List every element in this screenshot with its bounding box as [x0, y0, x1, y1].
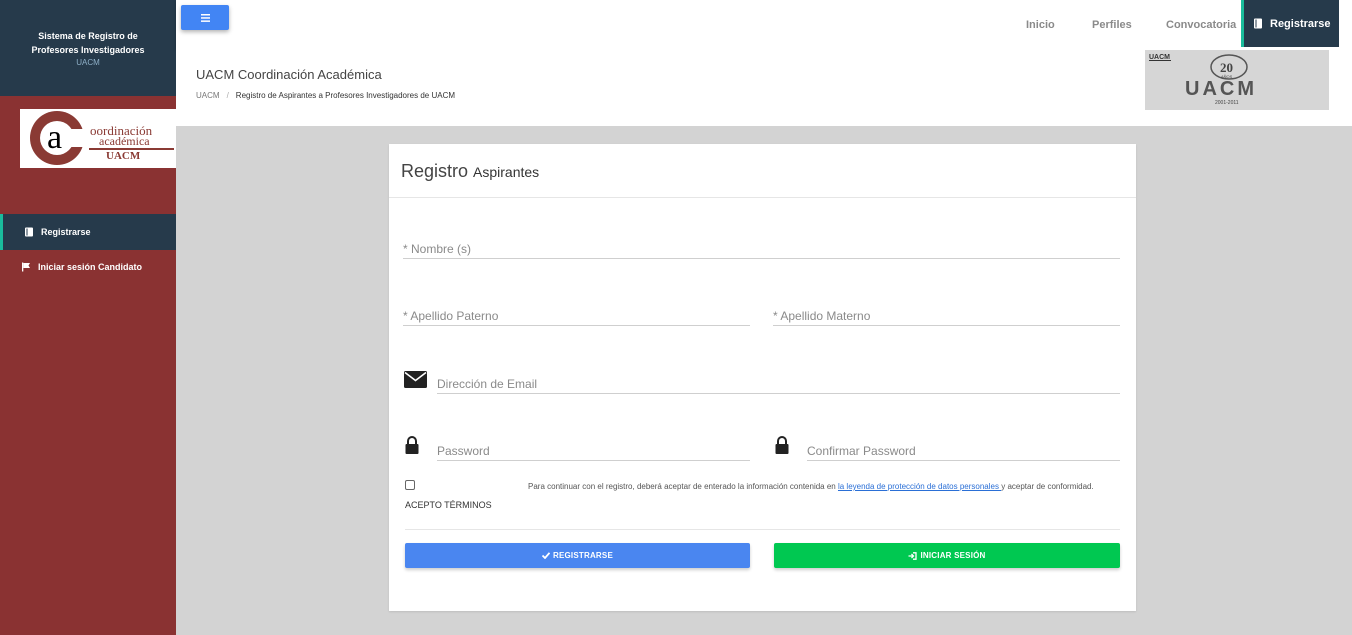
sign-in-icon: [908, 551, 918, 560]
password-field: [437, 437, 750, 461]
sidebar-item-registrarse[interactable]: Registrarse: [0, 214, 176, 250]
app-subtitle: UACM: [76, 58, 100, 67]
badge-number: 20: [1220, 60, 1233, 75]
card-subtitle: Aspirantes: [473, 164, 540, 180]
envelope-icon: [404, 371, 427, 393]
badge-top: UACM: [1149, 54, 1170, 61]
check-icon: [542, 552, 550, 559]
terms-checkbox[interactable]: [405, 480, 415, 490]
page-header: UACM Coordinación Académica UACM / Regis…: [176, 49, 1352, 126]
breadcrumb-current: Registro de Aspirantes a Profesores Inve…: [235, 91, 456, 100]
nav-perfiles-label: Perfiles: [1092, 18, 1132, 31]
nombre-input[interactable]: [403, 235, 1120, 258]
nav-registrarse[interactable]: Registrarse: [1241, 0, 1339, 47]
logo-letter: a: [47, 119, 62, 156]
apellido-materno-field: [773, 302, 1120, 326]
breadcrumb: UACM / Registro de Aspirantes a Profesor…: [196, 91, 455, 100]
app-title: Sistema de Registro de Profesores Invest…: [31, 31, 145, 55]
apellido-paterno-field: [403, 302, 750, 326]
terms-label: ACEPTO TÉRMINOS: [405, 500, 492, 510]
coordinacion-academica-logo: a oordinación académica UACM: [20, 109, 176, 168]
apellido-materno-input[interactable]: [773, 302, 1120, 325]
uacm-20-anos-logo: UACM 20 AÑOS UACM 2001-2011: [1145, 50, 1329, 110]
sidebar: Sistema de Registro de Profesores Invest…: [0, 0, 176, 635]
divider: [405, 529, 1120, 530]
nav-convocatoria-label: Convocatoria: [1166, 18, 1237, 31]
nav-convocatoria[interactable]: Convocatoria: [1166, 0, 1236, 49]
page-title: UACM Coordinación Académica: [196, 67, 382, 82]
breadcrumb-separator: /: [226, 91, 229, 100]
nav-inicio-label: Inicio: [1026, 18, 1055, 31]
lock-icon: [405, 436, 419, 459]
breadcrumb-home[interactable]: UACM: [196, 91, 220, 100]
card-title: Registro: [401, 161, 469, 181]
email-field: [437, 370, 1120, 394]
terms-text-after: y aceptar de conformidad.: [1001, 482, 1094, 491]
nombre-field: [403, 235, 1120, 259]
apellido-paterno-input[interactable]: [403, 302, 750, 325]
confirm-password-field: [807, 437, 1120, 461]
sidebar-item-label: Iniciar sesión Candidato: [38, 262, 143, 272]
iniciar-sesion-button-label: INICIAR SESIÓN: [920, 551, 986, 560]
nav-inicio[interactable]: Inicio: [1026, 0, 1055, 49]
hamburger-icon: [200, 11, 210, 25]
badge-years: 2001-2011: [1215, 100, 1239, 106]
registrarse-button[interactable]: REGISTRARSE: [405, 543, 750, 568]
registrarse-button-label: REGISTRARSE: [553, 551, 613, 560]
privacy-notice-link[interactable]: la leyenda de protección de datos person…: [838, 482, 1001, 491]
logo-line2: académica: [99, 134, 150, 148]
password-input[interactable]: [437, 437, 750, 460]
iniciar-sesion-button[interactable]: INICIAR SESIÓN: [774, 543, 1120, 568]
sidebar-item-iniciar-sesion[interactable]: Iniciar sesión Candidato: [0, 249, 176, 285]
book-icon: [1253, 18, 1263, 29]
lock-icon: [775, 436, 789, 459]
book-icon: [23, 227, 34, 238]
sidebar-header: Sistema de Registro de Profesores Invest…: [0, 0, 176, 96]
badge-brand: UACM: [1185, 78, 1257, 100]
terms-text-before: Para continuar con el registro, deberá a…: [528, 482, 838, 491]
registro-card: Registro Aspirantes ACEPTO TÉRMINOS Para…: [389, 144, 1136, 611]
email-input[interactable]: [437, 370, 1120, 393]
terms-text: Para continuar con el registro, deberá a…: [528, 480, 1108, 493]
logo-line3: UACM: [106, 150, 141, 162]
menu-toggle-button[interactable]: [181, 5, 229, 30]
sidebar-item-label: Registrarse: [41, 227, 91, 237]
top-navbar: Inicio Perfiles Convocatoria Registrarse: [176, 0, 1352, 49]
flag-icon: [20, 262, 31, 273]
nav-perfiles[interactable]: Perfiles: [1092, 0, 1132, 49]
card-header: Registro Aspirantes: [389, 144, 1136, 198]
confirm-password-input[interactable]: [807, 437, 1120, 460]
nav-registrarse-label: Registrarse: [1270, 17, 1331, 30]
